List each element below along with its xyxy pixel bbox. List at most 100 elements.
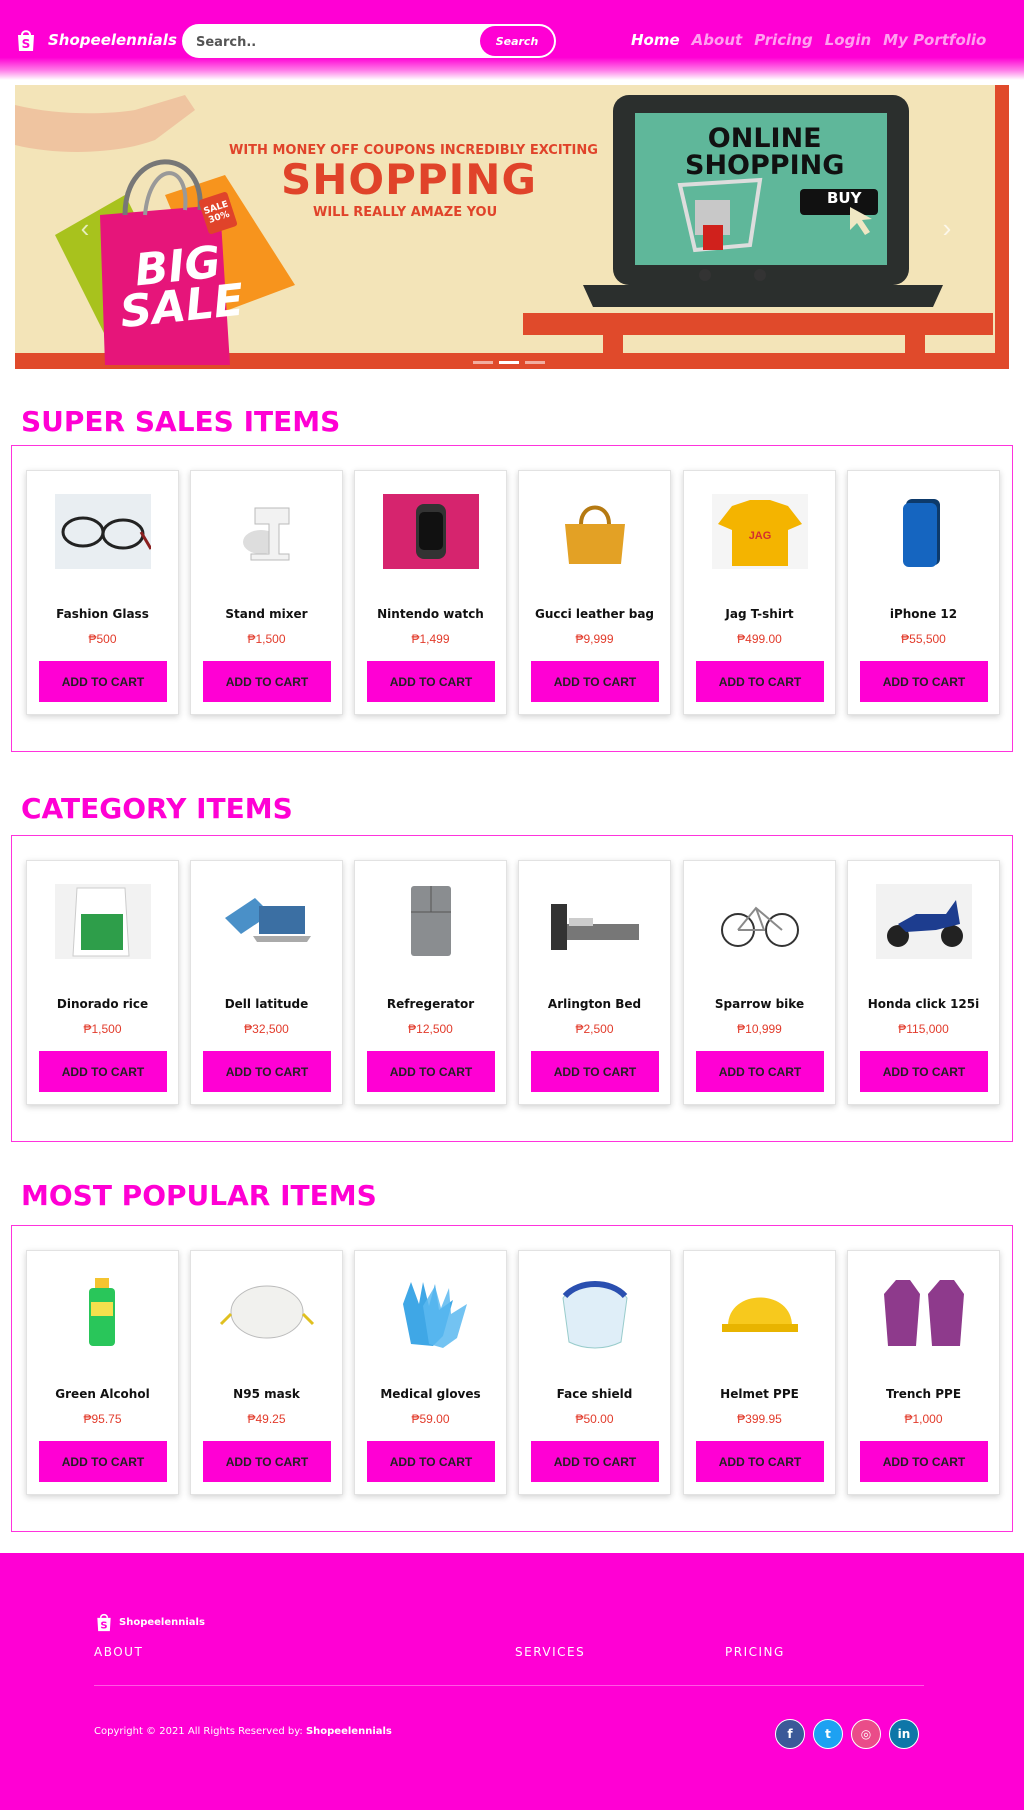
product-price: ₱1,500 xyxy=(247,632,286,646)
product-price: ₱32,500 xyxy=(244,1022,289,1036)
navbar: S Shopeelennials Search Home About Prici… xyxy=(0,0,1024,80)
footer-brand[interactable]: S Shopeelennials xyxy=(94,1611,205,1633)
carousel-indicators xyxy=(473,361,545,364)
add-to-cart-button[interactable]: ADD TO CART xyxy=(203,1441,331,1482)
product-grid: Fashion Glass ₱500 ADD TO CART Stand mixer ₱… xyxy=(11,445,1013,752)
product-price: ₱399.95 xyxy=(737,1412,782,1426)
add-to-cart-button[interactable]: ADD TO CART xyxy=(531,1051,659,1092)
brand[interactable]: S Shopeelennials xyxy=(14,28,177,52)
rice-sack-icon xyxy=(55,884,151,959)
refrigerator-icon xyxy=(383,884,479,959)
footer-link-services[interactable]: SERVICES xyxy=(515,1645,585,1659)
add-to-cart-button[interactable]: ADD TO CART xyxy=(860,661,988,702)
laptop-icon xyxy=(219,884,315,959)
glasses-icon xyxy=(55,494,151,569)
product-price: ₱95.75 xyxy=(83,1412,122,1426)
linkedin-icon[interactable]: in xyxy=(889,1719,919,1749)
product-name: Dell latitude xyxy=(224,997,309,1011)
helmet-icon xyxy=(712,1274,808,1349)
add-to-cart-button[interactable]: ADD TO CART xyxy=(860,1051,988,1092)
add-to-cart-button[interactable]: ADD TO CART xyxy=(860,1441,988,1482)
mask-icon xyxy=(219,1274,315,1349)
search-bar: Search xyxy=(182,24,556,58)
facebook-icon[interactable]: f xyxy=(775,1719,805,1749)
product-grid: Green Alcohol ₱95.75 ADD TO CART N95 mask ₱4… xyxy=(11,1225,1013,1532)
face-shield-icon xyxy=(547,1274,643,1349)
search-button[interactable]: Search xyxy=(480,26,554,56)
banner-line-3: WILL REALLY AMAZE YOU xyxy=(313,205,498,220)
product-card: Stand mixer ₱1,500 ADD TO CART xyxy=(190,470,343,715)
product-name: Face shield xyxy=(556,1387,633,1401)
product-card: JAG Jag T-shirt ₱499.00 ADD TO CART xyxy=(683,470,836,715)
add-to-cart-button[interactable]: ADD TO CART xyxy=(696,1051,824,1092)
product-name: iPhone 12 xyxy=(889,607,958,621)
product-card: Arlington Bed ₱2,500 ADD TO CART xyxy=(518,860,671,1105)
add-to-cart-button[interactable]: ADD TO CART xyxy=(39,1441,167,1482)
big-sale-text: BIG SALE xyxy=(114,237,246,338)
watch-icon xyxy=(383,494,479,569)
footer-divider xyxy=(94,1685,924,1686)
copyright-text: Copyright © 2021 All Rights Reserved by:… xyxy=(94,1726,392,1737)
carousel-prev-icon[interactable]: ‹ xyxy=(75,213,95,243)
product-price: ₱1,000 xyxy=(904,1412,943,1426)
product-card: Nintendo watch ₱1,499 ADD TO CART xyxy=(354,470,507,715)
twitter-icon[interactable]: t xyxy=(813,1719,843,1749)
alcohol-bottle-icon xyxy=(55,1274,151,1349)
hero-carousel[interactable]: WITH MONEY OFF COUPONS INCREDIBLY EXCITI… xyxy=(15,85,1009,369)
add-to-cart-button[interactable]: ADD TO CART xyxy=(696,661,824,702)
add-to-cart-button[interactable]: ADD TO CART xyxy=(367,1051,495,1092)
nav-my-portfolio[interactable]: My Portfolio xyxy=(883,31,986,49)
add-to-cart-button[interactable]: ADD TO CART xyxy=(696,1441,824,1482)
product-name: Gucci leather bag xyxy=(534,607,655,621)
nav-home[interactable]: Home xyxy=(631,31,680,49)
product-name: Green Alcohol xyxy=(55,1387,150,1401)
footer-link-about[interactable]: ABOUT xyxy=(94,1645,143,1659)
brand-name: Shopeelennials xyxy=(48,31,177,49)
online-shopping-text: ONLINE SHOPPING xyxy=(685,125,844,179)
product-price: ₱1,500 xyxy=(83,1022,122,1036)
product-name: Honda click 125i xyxy=(867,997,980,1011)
product-price: ₱115,000 xyxy=(898,1022,949,1036)
svg-text:S: S xyxy=(22,37,31,51)
add-to-cart-button[interactable]: ADD TO CART xyxy=(367,661,495,702)
product-name: Jag T-shirt xyxy=(725,607,794,621)
nav-pricing[interactable]: Pricing xyxy=(754,31,813,49)
product-price: ₱12,500 xyxy=(408,1022,453,1036)
carousel-indicator-1[interactable] xyxy=(473,361,493,364)
product-price: ₱9,999 xyxy=(575,632,614,646)
online-line-2: SHOPPING xyxy=(685,150,845,181)
section-title: SUPER SALES ITEMS xyxy=(21,405,341,438)
product-name: Medical gloves xyxy=(380,1387,481,1401)
footer-brand-name: Shopeelennials xyxy=(119,1616,205,1628)
add-to-cart-button[interactable]: ADD TO CART xyxy=(203,1051,331,1092)
product-name: Sparrow bike xyxy=(714,997,805,1011)
product-name: Fashion Glass xyxy=(56,607,149,621)
add-to-cart-button[interactable]: ADD TO CART xyxy=(531,1441,659,1482)
product-card: Sparrow bike ₱10,999 ADD TO CART xyxy=(683,860,836,1105)
add-to-cart-button[interactable]: ADD TO CART xyxy=(39,661,167,702)
product-card: iPhone 12 ₱55,500 ADD TO CART xyxy=(847,470,1000,715)
product-card: Gucci leather bag ₱9,999 ADD TO CART xyxy=(518,470,671,715)
dribbble-icon[interactable]: ◎ xyxy=(851,1719,881,1749)
carousel-next-icon[interactable]: › xyxy=(937,213,957,243)
banner-line-2: SHOPPING xyxy=(281,155,537,204)
add-to-cart-button[interactable]: ADD TO CART xyxy=(531,661,659,702)
copyright-prefix: Copyright © 2021 All Rights Reserved by: xyxy=(94,1726,306,1737)
add-to-cart-button[interactable]: ADD TO CART xyxy=(203,661,331,702)
search-input[interactable] xyxy=(196,31,476,53)
product-price: ₱50.00 xyxy=(575,1412,614,1426)
nav-login[interactable]: Login xyxy=(825,31,871,49)
carousel-indicator-2[interactable] xyxy=(499,361,519,364)
scooter-icon xyxy=(876,884,972,959)
carousel-indicator-3[interactable] xyxy=(525,361,545,364)
nav-links: Home About Pricing Login My Portfolio xyxy=(631,31,986,49)
social-links: f t ◎ in xyxy=(775,1719,919,1749)
add-to-cart-button[interactable]: ADD TO CART xyxy=(39,1051,167,1092)
footer-link-pricing[interactable]: PRICING xyxy=(725,1645,785,1659)
section-title: MOST POPULAR ITEMS xyxy=(21,1179,377,1212)
product-price: ₱55,500 xyxy=(901,632,946,646)
add-to-cart-button[interactable]: ADD TO CART xyxy=(367,1441,495,1482)
gloves-icon xyxy=(383,1274,479,1349)
product-card: Medical gloves ₱59.00 ADD TO CART xyxy=(354,1250,507,1495)
nav-about[interactable]: About xyxy=(692,31,743,49)
